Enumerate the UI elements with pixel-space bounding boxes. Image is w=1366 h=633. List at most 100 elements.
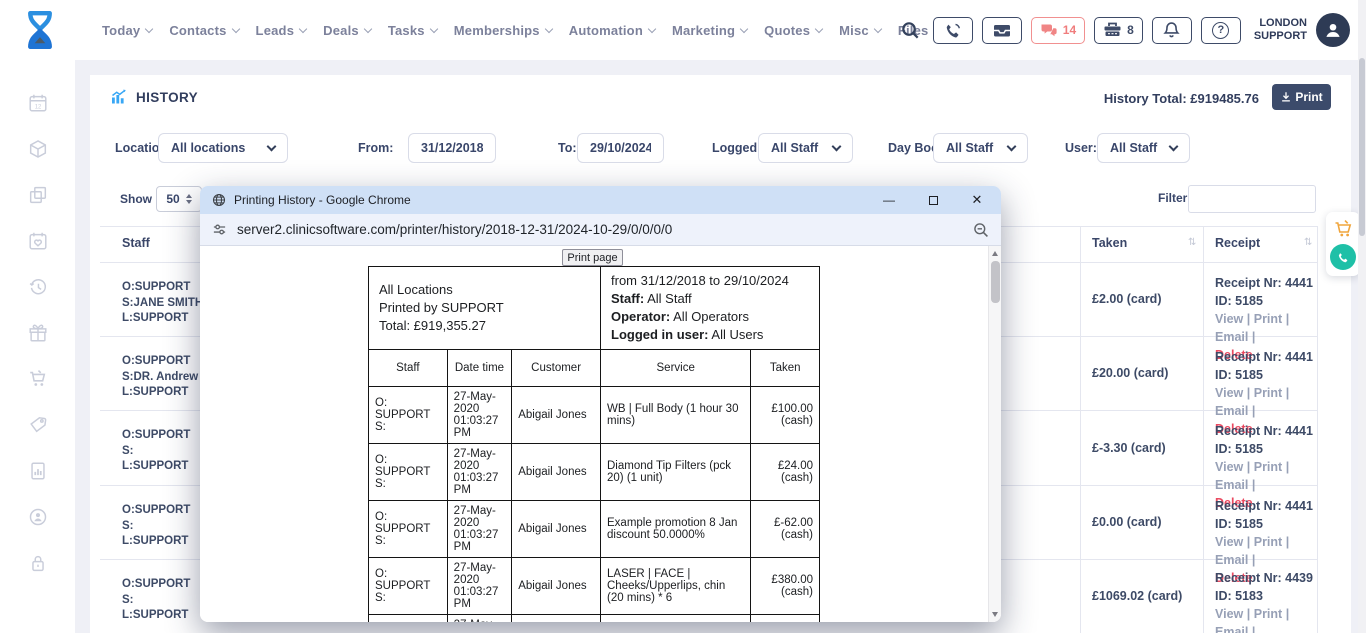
from-label: From:	[358, 141, 393, 155]
nav-misc[interactable]: Misc	[839, 23, 881, 38]
site-settings-icon[interactable]	[212, 222, 227, 237]
email-link[interactable]: Email	[1215, 478, 1248, 492]
filter-input[interactable]	[1188, 185, 1316, 213]
column-header-receipt[interactable]: Receipt	[1215, 236, 1260, 250]
nav-contacts[interactable]: Contacts	[169, 23, 238, 38]
email-link[interactable]: Email	[1215, 553, 1248, 567]
user-avatar[interactable]	[1316, 13, 1350, 47]
cash-register-icon	[1103, 22, 1122, 38]
show-count-select[interactable]: 50	[156, 186, 202, 212]
nav-tasks[interactable]: Tasks	[388, 23, 437, 38]
price-tag-icon[interactable]	[27, 414, 49, 436]
view-link[interactable]: View	[1215, 312, 1243, 326]
nav-memberships[interactable]: Memberships	[454, 23, 552, 38]
maximize-button[interactable]	[923, 186, 943, 214]
phone-icon	[944, 22, 961, 39]
booking-calendar-heart-icon[interactable]	[27, 230, 49, 252]
gift-icon[interactable]	[27, 322, 49, 344]
nav-automation[interactable]: Automation	[569, 23, 655, 38]
top-bar: Today Contacts Leads Deals Tasks Members…	[0, 0, 1366, 60]
print-link[interactable]: Print	[1254, 312, 1282, 326]
nav-today[interactable]: Today	[102, 23, 152, 38]
table-row-receipt: Receipt Nr: 4439 ID: 5183 View | Print |…	[1215, 569, 1315, 633]
clinicsoftware-logo-icon[interactable]	[22, 7, 58, 53]
print-button[interactable]: Print	[1272, 84, 1331, 110]
sort-icon[interactable]: ⇅	[1304, 237, 1312, 248]
search-icon[interactable]	[901, 21, 920, 40]
cart-quick-icon[interactable]	[1333, 219, 1353, 238]
download-icon	[1280, 91, 1292, 103]
history-clock-icon[interactable]	[27, 276, 49, 298]
column-header-taken[interactable]: Taken	[1092, 236, 1127, 250]
view-link[interactable]: View	[1215, 386, 1243, 400]
scroll-up-icon[interactable]	[992, 251, 998, 256]
print-page-button[interactable]: Print page	[562, 249, 623, 266]
page-scrollbar[interactable]	[1358, 0, 1366, 633]
scrollbar-thumb[interactable]	[1359, 58, 1365, 236]
preview-row: O: SUPPORT S: 27-May-2020 01:03:27 PM Ab…	[369, 387, 820, 444]
printing-history-window[interactable]: Printing History - Google Chrome — ✕ ser…	[200, 186, 1001, 622]
phone-button[interactable]	[933, 17, 973, 44]
inbox-button[interactable]	[982, 17, 1022, 44]
email-link[interactable]: Email	[1215, 330, 1248, 344]
print-link[interactable]: Print	[1254, 535, 1282, 549]
cart-icon[interactable]	[27, 368, 49, 390]
bar-chart-icon	[110, 88, 129, 105]
address-bar[interactable]: server2.clinicsoftware.com/printer/histo…	[200, 214, 1001, 246]
view-link[interactable]: View	[1215, 460, 1243, 474]
register-button[interactable]: 8	[1094, 17, 1143, 44]
lock-icon[interactable]	[27, 552, 49, 574]
user-select[interactable]: All Staff	[1097, 133, 1190, 163]
scrollbar-thumb[interactable]	[991, 261, 1000, 303]
report-info-left: All Locations Printed by SUPPORT Total: …	[369, 267, 601, 350]
copy-layers-icon[interactable]	[27, 184, 49, 206]
scroll-down-icon[interactable]	[992, 612, 998, 617]
print-link[interactable]: Print	[1254, 607, 1282, 621]
view-link[interactable]: View	[1215, 535, 1243, 549]
history-total: History Total: £919485.76	[1104, 91, 1259, 106]
preview-row: O: SUPPORT S: 27-May-2020 01:03:27 PM Ab…	[369, 501, 820, 558]
chat-button[interactable]: 14	[1031, 17, 1085, 44]
url-text[interactable]: server2.clinicsoftware.com/printer/histo…	[237, 222, 672, 237]
report-chart-icon[interactable]	[27, 460, 49, 482]
help-button[interactable]: ?	[1201, 17, 1241, 44]
nav-marketing[interactable]: Marketing	[672, 23, 747, 38]
to-label: To:	[558, 141, 577, 155]
chevron-down-icon	[364, 24, 372, 32]
print-link[interactable]: Print	[1254, 386, 1282, 400]
window-title: Printing History - Google Chrome	[234, 193, 411, 207]
minimize-button[interactable]: —	[879, 186, 899, 214]
column-header-staff[interactable]: Staff	[122, 236, 150, 250]
day-book-select[interactable]: All Staff	[933, 133, 1028, 163]
products-cube-icon[interactable]	[27, 138, 49, 160]
call-quick-button[interactable]	[1330, 244, 1356, 270]
chevron-down-icon	[874, 24, 882, 32]
user-label: User:	[1065, 141, 1097, 155]
nav-quotes[interactable]: Quotes	[764, 23, 822, 38]
calendar-icon[interactable]: 12	[27, 92, 49, 114]
globe-icon	[212, 193, 226, 207]
chevron-down-icon	[740, 24, 748, 32]
logged-in-select[interactable]: All Staff	[758, 133, 853, 163]
question-icon: ?	[1212, 22, 1229, 39]
nav-leads[interactable]: Leads	[256, 23, 307, 38]
from-date-input[interactable]	[408, 133, 496, 163]
nav-deals[interactable]: Deals	[323, 23, 371, 38]
notifications-button[interactable]	[1152, 17, 1192, 44]
email-link[interactable]: Email	[1215, 404, 1248, 418]
preview-header-row: Staff Date time Customer Service Taken	[369, 350, 820, 387]
account-target-icon[interactable]	[27, 506, 49, 528]
popup-scrollbar[interactable]	[988, 246, 1001, 622]
location-select[interactable]: All locations	[158, 133, 288, 163]
view-link[interactable]: View	[1215, 607, 1243, 621]
email-link[interactable]: Email	[1215, 625, 1248, 633]
table-border	[1203, 226, 1204, 633]
close-button[interactable]: ✕	[967, 186, 987, 214]
window-title-bar[interactable]: Printing History - Google Chrome — ✕	[200, 186, 1001, 214]
person-icon	[1322, 19, 1344, 41]
to-date-input[interactable]	[577, 133, 664, 163]
print-link[interactable]: Print	[1254, 460, 1282, 474]
zoom-out-icon[interactable]	[973, 222, 989, 238]
chevron-down-icon	[1007, 141, 1017, 151]
sort-icon[interactable]: ⇅	[1188, 237, 1196, 248]
